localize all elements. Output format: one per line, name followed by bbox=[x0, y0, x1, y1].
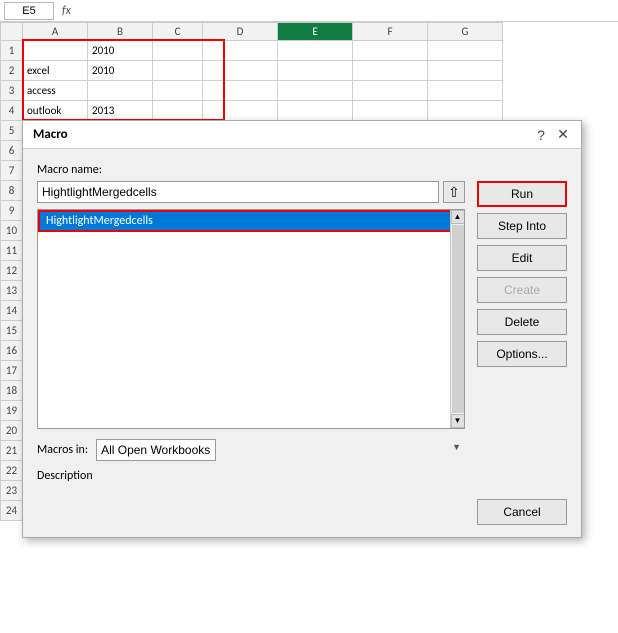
row-header-20[interactable]: 20 bbox=[1, 421, 23, 441]
cell-B1[interactable]: 2010 bbox=[88, 41, 153, 61]
scroll-down-arrow[interactable]: ▼ bbox=[451, 414, 465, 428]
col-header-D[interactable]: D bbox=[203, 23, 278, 41]
col-header-E[interactable]: E bbox=[278, 23, 353, 41]
col-header-F[interactable]: F bbox=[353, 23, 428, 41]
row-header-16[interactable]: 16 bbox=[1, 341, 23, 361]
cell-C3[interactable] bbox=[153, 81, 203, 101]
cell-C1[interactable] bbox=[153, 41, 203, 61]
macro-list-container: ⇧ HightlightMergedcells ▲ ▼ bbox=[37, 181, 465, 483]
dialog-titlebar: Macro ? ✕ bbox=[23, 121, 581, 149]
scroll-track bbox=[452, 225, 464, 413]
cell-A3[interactable]: access bbox=[23, 81, 88, 101]
dialog-body: Macro name: ⇧ HightlightMergedcells ▲ bbox=[23, 149, 581, 537]
cell-A4[interactable]: outlook bbox=[23, 101, 88, 121]
formula-input[interactable] bbox=[79, 2, 614, 20]
col-header-empty bbox=[1, 23, 23, 41]
macro-name-input[interactable] bbox=[37, 181, 439, 203]
row-header-19[interactable]: 19 bbox=[1, 401, 23, 421]
macros-in-select-wrapper: All Open Workbooks This Workbook bbox=[96, 439, 465, 461]
col-header-C[interactable]: C bbox=[153, 23, 203, 41]
dialog-title: Macro bbox=[33, 127, 68, 142]
dialog-close-button[interactable]: ✕ bbox=[555, 127, 571, 143]
cell-A1[interactable] bbox=[23, 41, 88, 61]
row-header-15[interactable]: 15 bbox=[1, 321, 23, 341]
delete-button[interactable]: Delete bbox=[477, 309, 567, 335]
macros-in-label: Macros in: bbox=[37, 443, 88, 457]
row-header-10[interactable]: 10 bbox=[1, 221, 23, 241]
row-header-5[interactable]: 5 bbox=[1, 121, 23, 141]
col-header-B[interactable]: B bbox=[88, 23, 153, 41]
cell-E3[interactable] bbox=[278, 81, 353, 101]
row-header-22[interactable]: 22 bbox=[1, 461, 23, 481]
row-header-24[interactable]: 24 bbox=[1, 501, 23, 521]
cell-G3[interactable] bbox=[428, 81, 503, 101]
cell-E4[interactable] bbox=[278, 101, 353, 121]
row-header-17[interactable]: 17 bbox=[1, 361, 23, 381]
macros-in-row: Macros in: All Open Workbooks This Workb… bbox=[37, 439, 465, 461]
cell-C4[interactable] bbox=[153, 101, 203, 121]
macro-dialog[interactable]: Macro ? ✕ Macro name: ⇧ HightlightMerged… bbox=[22, 120, 582, 538]
options-button[interactable]: Options... bbox=[477, 341, 567, 367]
macro-listbox[interactable]: HightlightMergedcells ▲ ▼ bbox=[37, 209, 465, 429]
dialog-controls: ? ✕ bbox=[533, 127, 571, 143]
cell-E2[interactable] bbox=[278, 61, 353, 81]
row-header-2[interactable]: 2 bbox=[1, 61, 23, 81]
col-header-G[interactable]: G bbox=[428, 23, 503, 41]
row-header-1[interactable]: 1 bbox=[1, 41, 23, 61]
cell-F1[interactable] bbox=[353, 41, 428, 61]
row-header-13[interactable]: 13 bbox=[1, 281, 23, 301]
create-button[interactable]: Create bbox=[477, 277, 567, 303]
row-header-11[interactable]: 11 bbox=[1, 241, 23, 261]
macro-name-label: Macro name: bbox=[37, 163, 567, 177]
cell-D3[interactable] bbox=[203, 81, 278, 101]
scroll-up-arrow[interactable]: ▲ bbox=[451, 210, 465, 224]
cell-D2[interactable] bbox=[203, 61, 278, 81]
fx-label: fx bbox=[58, 4, 75, 18]
description-label: Description bbox=[37, 469, 465, 483]
row-header-9[interactable]: 9 bbox=[1, 201, 23, 221]
macro-list-item[interactable]: HightlightMergedcells bbox=[38, 210, 464, 232]
cell-A2[interactable]: excel bbox=[23, 61, 88, 81]
cell-F2[interactable] bbox=[353, 61, 428, 81]
dialog-buttons: Run Step Into Edit Create Delete Options… bbox=[477, 181, 567, 483]
cell-B3[interactable] bbox=[88, 81, 153, 101]
cell-D1[interactable] bbox=[203, 41, 278, 61]
row-header-23[interactable]: 23 bbox=[1, 481, 23, 501]
listbox-scrollbar[interactable]: ▲ ▼ bbox=[450, 210, 464, 428]
row-header-18[interactable]: 18 bbox=[1, 381, 23, 401]
cell-B4[interactable]: 2013 bbox=[88, 101, 153, 121]
dialog-help-button[interactable]: ? bbox=[533, 127, 549, 143]
cancel-row: Cancel bbox=[37, 499, 567, 525]
cell-F4[interactable] bbox=[353, 101, 428, 121]
cell-E1[interactable] bbox=[278, 41, 353, 61]
run-button[interactable]: Run bbox=[477, 181, 567, 207]
cell-G1[interactable] bbox=[428, 41, 503, 61]
row-header-4[interactable]: 4 bbox=[1, 101, 23, 121]
cell-ref-input[interactable] bbox=[4, 2, 54, 20]
edit-button[interactable]: Edit bbox=[477, 245, 567, 271]
cell-C2[interactable] bbox=[153, 61, 203, 81]
spreadsheet: fx A B C D E bbox=[0, 0, 618, 633]
macros-in-select[interactable]: All Open Workbooks This Workbook bbox=[96, 439, 216, 461]
cell-D4[interactable] bbox=[203, 101, 278, 121]
row-header-7[interactable]: 7 bbox=[1, 161, 23, 181]
macro-name-icon-button[interactable]: ⇧ bbox=[443, 181, 465, 203]
row-header-8[interactable]: 8 bbox=[1, 181, 23, 201]
row-header-12[interactable]: 12 bbox=[1, 261, 23, 281]
step-into-button[interactable]: Step Into bbox=[477, 213, 567, 239]
cell-G2[interactable] bbox=[428, 61, 503, 81]
macro-name-row: ⇧ bbox=[37, 181, 465, 203]
cancel-button[interactable]: Cancel bbox=[477, 499, 567, 525]
cell-F3[interactable] bbox=[353, 81, 428, 101]
row-header-14[interactable]: 14 bbox=[1, 301, 23, 321]
col-header-A[interactable]: A bbox=[23, 23, 88, 41]
macro-list-area: ⇧ HightlightMergedcells ▲ ▼ bbox=[37, 181, 567, 483]
cell-B2[interactable]: 2010 bbox=[88, 61, 153, 81]
cell-G4[interactable] bbox=[428, 101, 503, 121]
row-header-3[interactable]: 3 bbox=[1, 81, 23, 101]
formula-bar: fx bbox=[0, 0, 618, 22]
row-header-21[interactable]: 21 bbox=[1, 441, 23, 461]
row-header-6[interactable]: 6 bbox=[1, 141, 23, 161]
